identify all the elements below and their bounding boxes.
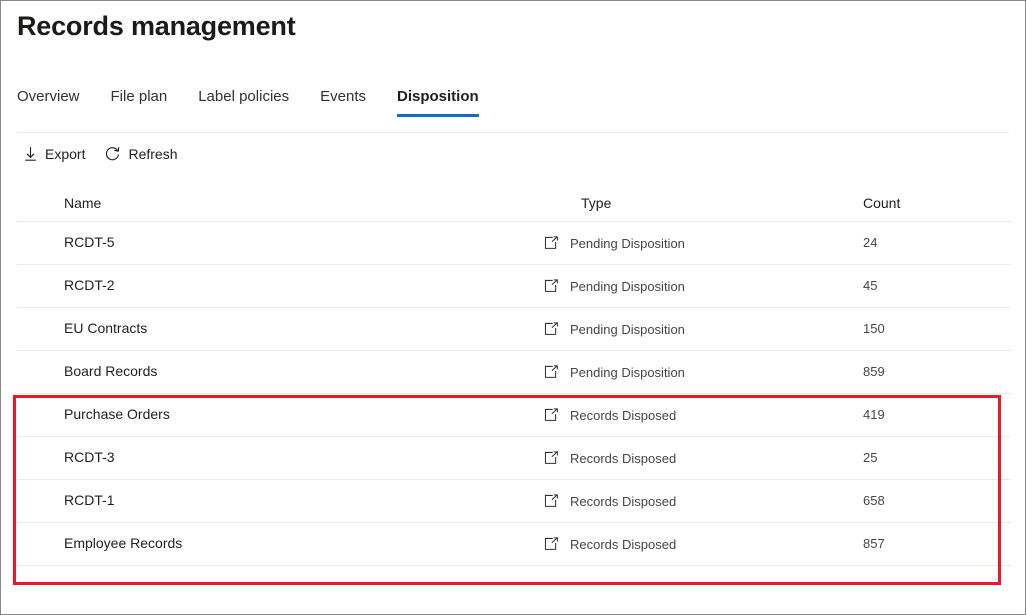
tab-label: Disposition xyxy=(397,88,479,105)
page-title: Records management xyxy=(17,11,296,42)
cell-count: 419 xyxy=(860,406,1008,424)
tab-label: Label policies xyxy=(198,88,289,105)
refresh-circular-arrow-icon xyxy=(105,146,121,162)
cell-name: EU Contracts xyxy=(17,320,540,338)
records-management-page: Records management Overview File plan La… xyxy=(0,0,1026,615)
open-in-new-window-icon[interactable] xyxy=(543,364,560,381)
record-count-label: 150 xyxy=(863,321,885,336)
tab-label: Events xyxy=(320,88,366,105)
record-count-label: 45 xyxy=(863,278,877,293)
cell-type: Records Disposed xyxy=(540,450,860,467)
column-header-type[interactable]: Type xyxy=(540,195,860,211)
cell-name: RCDT-5 xyxy=(17,234,540,252)
cell-name: RCDT-2 xyxy=(17,277,540,295)
cell-name: RCDT-3 xyxy=(17,449,540,467)
open-in-new-window-icon[interactable] xyxy=(543,450,560,467)
cell-count: 25 xyxy=(860,449,1008,467)
open-in-new-window-icon[interactable] xyxy=(543,536,560,553)
tab-file-plan[interactable]: File plan xyxy=(111,87,168,117)
table-row[interactable]: RCDT-5 Pending Disposition 24 xyxy=(17,222,1011,265)
record-type-label: Records Disposed xyxy=(570,451,676,466)
cell-name: Purchase Orders xyxy=(17,406,540,424)
record-name-label: Board Records xyxy=(64,363,157,379)
cell-type: Pending Disposition xyxy=(540,278,860,295)
record-name-label: RCDT-5 xyxy=(64,234,115,250)
column-header-name[interactable]: Name xyxy=(17,195,540,211)
record-count-label: 658 xyxy=(863,493,885,508)
tabs-divider xyxy=(17,132,1009,133)
refresh-button[interactable]: Refresh xyxy=(103,144,183,164)
table-row[interactable]: EU Contracts Pending Disposition 150 xyxy=(17,308,1011,351)
record-count-label: 857 xyxy=(863,536,885,551)
record-name-label: RCDT-3 xyxy=(64,449,115,465)
table-body: RCDT-5 Pending Disposition 24 RCDT-2 Pending… xyxy=(17,222,1011,566)
open-in-new-window-icon[interactable] xyxy=(543,278,560,295)
tab-label: Overview xyxy=(17,88,80,105)
cell-count: 658 xyxy=(860,492,1008,510)
cell-count: 859 xyxy=(860,363,1008,381)
open-in-new-window-icon[interactable] xyxy=(543,407,560,424)
table-row[interactable]: RCDT-2 Pending Disposition 45 xyxy=(17,265,1011,308)
refresh-label: Refresh xyxy=(128,146,177,162)
cell-type: Records Disposed xyxy=(540,536,860,553)
disposition-table: Name Type Count RCDT-5 Pending Dispositio… xyxy=(17,185,1011,609)
cell-type: Records Disposed xyxy=(540,407,860,424)
open-in-new-window-icon[interactable] xyxy=(543,321,560,338)
record-type-label: Pending Disposition xyxy=(570,365,685,380)
record-name-label: EU Contracts xyxy=(64,320,147,336)
record-name-label: RCDT-2 xyxy=(64,277,115,293)
cell-name: RCDT-1 xyxy=(17,492,540,510)
record-type-label: Records Disposed xyxy=(570,537,676,552)
record-name-label: Employee Records xyxy=(64,535,182,551)
record-count-label: 419 xyxy=(863,407,885,422)
export-label: Export xyxy=(45,146,85,162)
cell-count: 857 xyxy=(860,535,1008,553)
table-header-row: Name Type Count xyxy=(17,185,1011,222)
command-bar: Export Refresh xyxy=(21,141,196,167)
tab-bar: Overview File plan Label policies Events… xyxy=(17,81,479,117)
table-empty-row xyxy=(17,566,1011,609)
record-type-label: Pending Disposition xyxy=(570,279,685,294)
cell-type: Pending Disposition xyxy=(540,321,860,338)
download-arrow-icon xyxy=(23,146,38,162)
cell-type: Pending Disposition xyxy=(540,364,860,381)
record-count-label: 859 xyxy=(863,364,885,379)
open-in-new-window-icon[interactable] xyxy=(543,493,560,510)
cell-type: Records Disposed xyxy=(540,493,860,510)
tab-disposition[interactable]: Disposition xyxy=(397,87,479,117)
record-count-label: 24 xyxy=(863,235,877,250)
tab-label: File plan xyxy=(111,88,168,105)
tab-overview[interactable]: Overview xyxy=(17,87,80,117)
table-row[interactable]: Employee Records Records Disposed 857 xyxy=(17,523,1011,566)
export-button[interactable]: Export xyxy=(21,144,91,164)
cell-count: 45 xyxy=(860,277,1008,295)
record-type-label: Pending Disposition xyxy=(570,236,685,251)
table-row[interactable]: RCDT-1 Records Disposed 658 xyxy=(17,480,1011,523)
tab-label-policies[interactable]: Label policies xyxy=(198,87,289,117)
cell-count: 150 xyxy=(860,320,1008,338)
column-header-count[interactable]: Count xyxy=(860,195,1008,211)
cell-type: Pending Disposition xyxy=(540,235,860,252)
record-count-label: 25 xyxy=(863,450,877,465)
cell-count: 24 xyxy=(860,234,1008,252)
table-row[interactable]: Purchase Orders Records Disposed 419 xyxy=(17,394,1011,437)
cell-name: Employee Records xyxy=(17,535,540,553)
open-in-new-window-icon[interactable] xyxy=(543,235,560,252)
table-row[interactable]: Board Records Pending Disposition 859 xyxy=(17,351,1011,394)
table-row[interactable]: RCDT-3 Records Disposed 25 xyxy=(17,437,1011,480)
record-type-label: Records Disposed xyxy=(570,408,676,423)
record-type-label: Pending Disposition xyxy=(570,322,685,337)
record-name-label: RCDT-1 xyxy=(64,492,115,508)
cell-name: Board Records xyxy=(17,363,540,381)
record-type-label: Records Disposed xyxy=(570,494,676,509)
tab-events[interactable]: Events xyxy=(320,87,366,117)
record-name-label: Purchase Orders xyxy=(64,406,170,422)
